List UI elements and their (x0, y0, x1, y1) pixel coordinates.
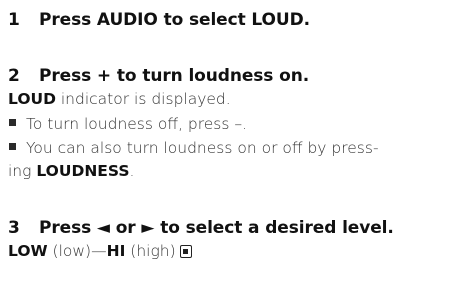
loudness-button-label: LOUDNESS (36, 162, 130, 180)
step-2-result-text: indicator is displayed. (55, 90, 231, 108)
bullet-item-2-suffix: . (129, 162, 135, 180)
step-3-heading: 3 Press ◄ or ► to select a desired level. (8, 218, 394, 238)
step-2-heading: 2 Press + to turn loudness on. (8, 66, 309, 86)
step-3-number: 3 (8, 218, 20, 238)
square-bullet-icon (9, 143, 16, 150)
hi-level-label: HI (106, 242, 126, 260)
bullet-item-1-text: To turn loudness off, press –. (26, 115, 248, 133)
low-level-label: LOW (8, 242, 48, 260)
step-2-number: 2 (8, 66, 20, 86)
bullet-item-2-continuation: ing LOUDNESS. (8, 162, 134, 181)
step-3-text: Press ◄ or ► to select a desired level. (39, 218, 394, 238)
bullet-item-2: You can also turn loudness on or off by … (8, 139, 379, 158)
hi-level-text: (high) (125, 242, 176, 260)
bullet-item-2-prefix: ing (8, 162, 37, 180)
step-1-number: 1 (8, 10, 20, 30)
step-1-text: Press AUDIO to select LOUD. (39, 10, 310, 30)
bullet-item-2-text-line-1: You can also turn loudness on or off by … (26, 139, 379, 157)
step-2-result: LOUD indicator is displayed. (8, 90, 231, 109)
end-of-section-icon (179, 245, 192, 258)
bullet-item-1: To turn loudness off, press –. (8, 115, 247, 134)
step-1-heading: 1 Press AUDIO to select LOUD. (8, 10, 310, 30)
step-2-text: Press + to turn loudness on. (39, 66, 310, 86)
level-range: LOW (low)—HI (high) (8, 242, 192, 261)
loud-indicator-label: LOUD (8, 90, 56, 108)
low-level-text: (low)— (47, 242, 107, 260)
square-bullet-icon (9, 119, 16, 126)
